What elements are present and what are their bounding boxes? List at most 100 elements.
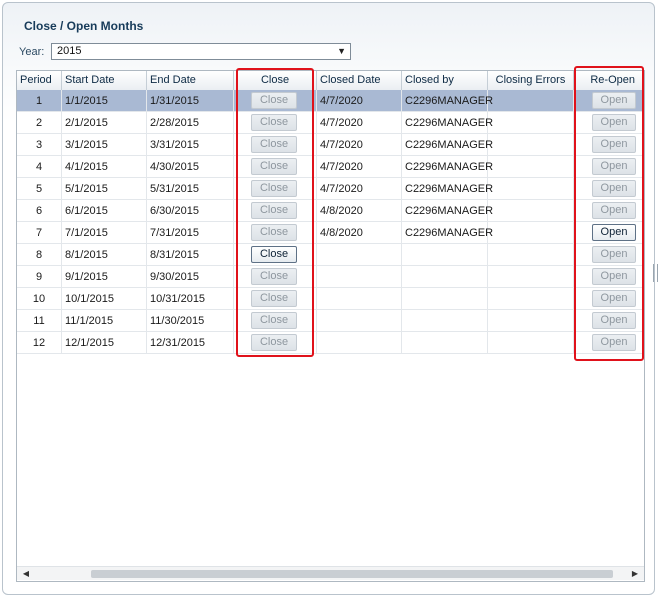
year-select-value: 2015 [57, 45, 82, 57]
header-period[interactable]: Period [17, 71, 62, 90]
resize-handle[interactable] [653, 264, 658, 282]
cell-end-date: 11/30/2015 [147, 310, 234, 332]
cell-reopen: Open [574, 288, 644, 310]
cell-closed-by: C2296MANAGER [402, 200, 493, 222]
table-row[interactable]: 9 9/1/2015 9/30/2015 Close Open [17, 266, 644, 288]
reopen-month-button[interactable]: Open [592, 158, 636, 175]
header-end-date[interactable]: End Date [147, 71, 234, 90]
cell-period: 5 [17, 178, 62, 200]
chevron-down-icon[interactable]: ▼ [337, 44, 346, 59]
cell-end-date: 12/31/2015 [147, 332, 234, 354]
cell-end-date: 6/30/2015 [147, 200, 234, 222]
cell-start-date: 5/1/2015 [62, 178, 147, 200]
cell-end-date: 4/30/2015 [147, 156, 234, 178]
cell-close: Close [234, 244, 317, 266]
scrollbar-thumb[interactable] [91, 570, 613, 578]
header-start-date[interactable]: Start Date [62, 71, 147, 90]
reopen-month-button[interactable]: Open [592, 114, 636, 131]
cell-start-date: 9/1/2015 [62, 266, 147, 288]
cell-start-date: 7/1/2015 [62, 222, 147, 244]
close-month-button[interactable]: Close [251, 224, 297, 241]
cell-closed-by [402, 244, 488, 266]
triangle-left-icon[interactable]: ◀ [19, 567, 33, 580]
header-reopen[interactable]: Re-Open [574, 71, 644, 90]
cell-end-date: 8/31/2015 [147, 244, 234, 266]
cell-closed-by: C2296MANAGER [402, 112, 493, 134]
close-month-button[interactable]: Close [251, 290, 297, 307]
reopen-month-button[interactable]: Open [592, 246, 636, 263]
header-close[interactable]: Close [234, 71, 317, 90]
cell-end-date: 9/30/2015 [147, 266, 234, 288]
cell-reopen: Open [574, 266, 644, 288]
cell-reopen: Open [574, 178, 644, 200]
close-month-button[interactable]: Close [251, 268, 297, 285]
cell-period: 12 [17, 332, 62, 354]
table-row[interactable]: 12 12/1/2015 12/31/2015 Close Open [17, 332, 644, 354]
reopen-month-button[interactable]: Open [592, 202, 636, 219]
cell-period: 7 [17, 222, 62, 244]
cell-reopen: Open [574, 200, 644, 222]
reopen-month-button[interactable]: Open [592, 224, 636, 241]
cell-start-date: 10/1/2015 [62, 288, 147, 310]
close-month-button[interactable]: Close [251, 114, 297, 131]
table-row[interactable]: 8 8/1/2015 8/31/2015 Close Open [17, 244, 644, 266]
close-month-button[interactable]: Close [251, 312, 297, 329]
reopen-month-button[interactable]: Open [592, 290, 636, 307]
cell-reopen: Open [574, 112, 644, 134]
cell-close: Close [234, 112, 317, 134]
reopen-month-button[interactable]: Open [592, 268, 636, 285]
cell-period: 3 [17, 134, 62, 156]
header-closed-date[interactable]: Closed Date [317, 71, 402, 90]
year-label: Year: [19, 46, 45, 58]
table-row[interactable]: 6 6/1/2015 6/30/2015 4/8/2020 C2296MANAGER Cl… [17, 200, 644, 222]
cell-end-date: 1/31/2015 [147, 90, 234, 112]
cell-closed-date [317, 310, 402, 332]
header-closed-by[interactable]: Closed by [402, 71, 488, 90]
cell-closed-by [402, 266, 488, 288]
reopen-month-button[interactable]: Open [592, 136, 636, 153]
cell-closed-by [402, 332, 488, 354]
table-row[interactable]: 5 5/1/2015 5/31/2015 4/7/2020 C2296MANAGER Cl… [17, 178, 644, 200]
cell-closed-date: 4/7/2020 [317, 178, 402, 200]
cell-closing-errors [488, 332, 574, 354]
cell-close: Close [234, 200, 317, 222]
reopen-month-button[interactable]: Open [592, 180, 636, 197]
table-row[interactable]: 7 7/1/2015 7/31/2015 4/8/2020 C2296MANAGER Cl… [17, 222, 644, 244]
header-closing-errors[interactable]: Closing Errors [488, 71, 574, 90]
cell-closing-errors [488, 90, 574, 112]
close-month-button[interactable]: Close [251, 334, 297, 351]
table-row[interactable]: 1 1/1/2015 1/31/2015 4/7/2020 C2296MANAGER Cl… [17, 90, 644, 112]
reopen-month-button[interactable]: Open [592, 334, 636, 351]
close-month-button[interactable]: Close [251, 92, 297, 109]
cell-closing-errors [488, 200, 574, 222]
cell-start-date: 4/1/2015 [62, 156, 147, 178]
cell-closed-date: 4/8/2020 [317, 222, 402, 244]
cell-closing-errors [488, 156, 574, 178]
close-month-button[interactable]: Close [251, 202, 297, 219]
cell-closed-date: 4/7/2020 [317, 112, 402, 134]
reopen-month-button[interactable]: Open [592, 312, 636, 329]
table-row[interactable]: 3 3/1/2015 3/31/2015 4/7/2020 C2296MANAGER Cl… [17, 134, 644, 156]
cell-close: Close [234, 156, 317, 178]
table-row[interactable]: 10 10/1/2015 10/31/2015 Close Open [17, 288, 644, 310]
table-row[interactable]: 4 4/1/2015 4/30/2015 4/7/2020 C2296MANAGER Cl… [17, 156, 644, 178]
close-month-button[interactable]: Close [251, 136, 297, 153]
cell-closed-date: 4/7/2020 [317, 90, 402, 112]
year-select[interactable]: 2015 ▼ [51, 43, 351, 60]
cell-closing-errors [488, 266, 574, 288]
cell-start-date: 11/1/2015 [62, 310, 147, 332]
cell-closed-by: C2296MANAGER [402, 178, 493, 200]
close-month-button[interactable]: Close [251, 180, 297, 197]
close-month-button[interactable]: Close [251, 246, 297, 263]
reopen-month-button[interactable]: Open [592, 92, 636, 109]
triangle-right-icon[interactable]: ▶ [628, 567, 642, 580]
cell-closing-errors [488, 222, 574, 244]
close-month-button[interactable]: Close [251, 158, 297, 175]
table-row[interactable]: 11 11/1/2015 11/30/2015 Close Open [17, 310, 644, 332]
cell-closed-by: C2296MANAGER [402, 90, 493, 112]
horizontal-scrollbar[interactable]: ◀ ▶ [17, 566, 644, 580]
cell-closed-date: 4/7/2020 [317, 134, 402, 156]
table-row[interactable]: 2 2/1/2015 2/28/2015 4/7/2020 C2296MANAGER Cl… [17, 112, 644, 134]
cell-closing-errors [488, 244, 574, 266]
cell-end-date: 5/31/2015 [147, 178, 234, 200]
